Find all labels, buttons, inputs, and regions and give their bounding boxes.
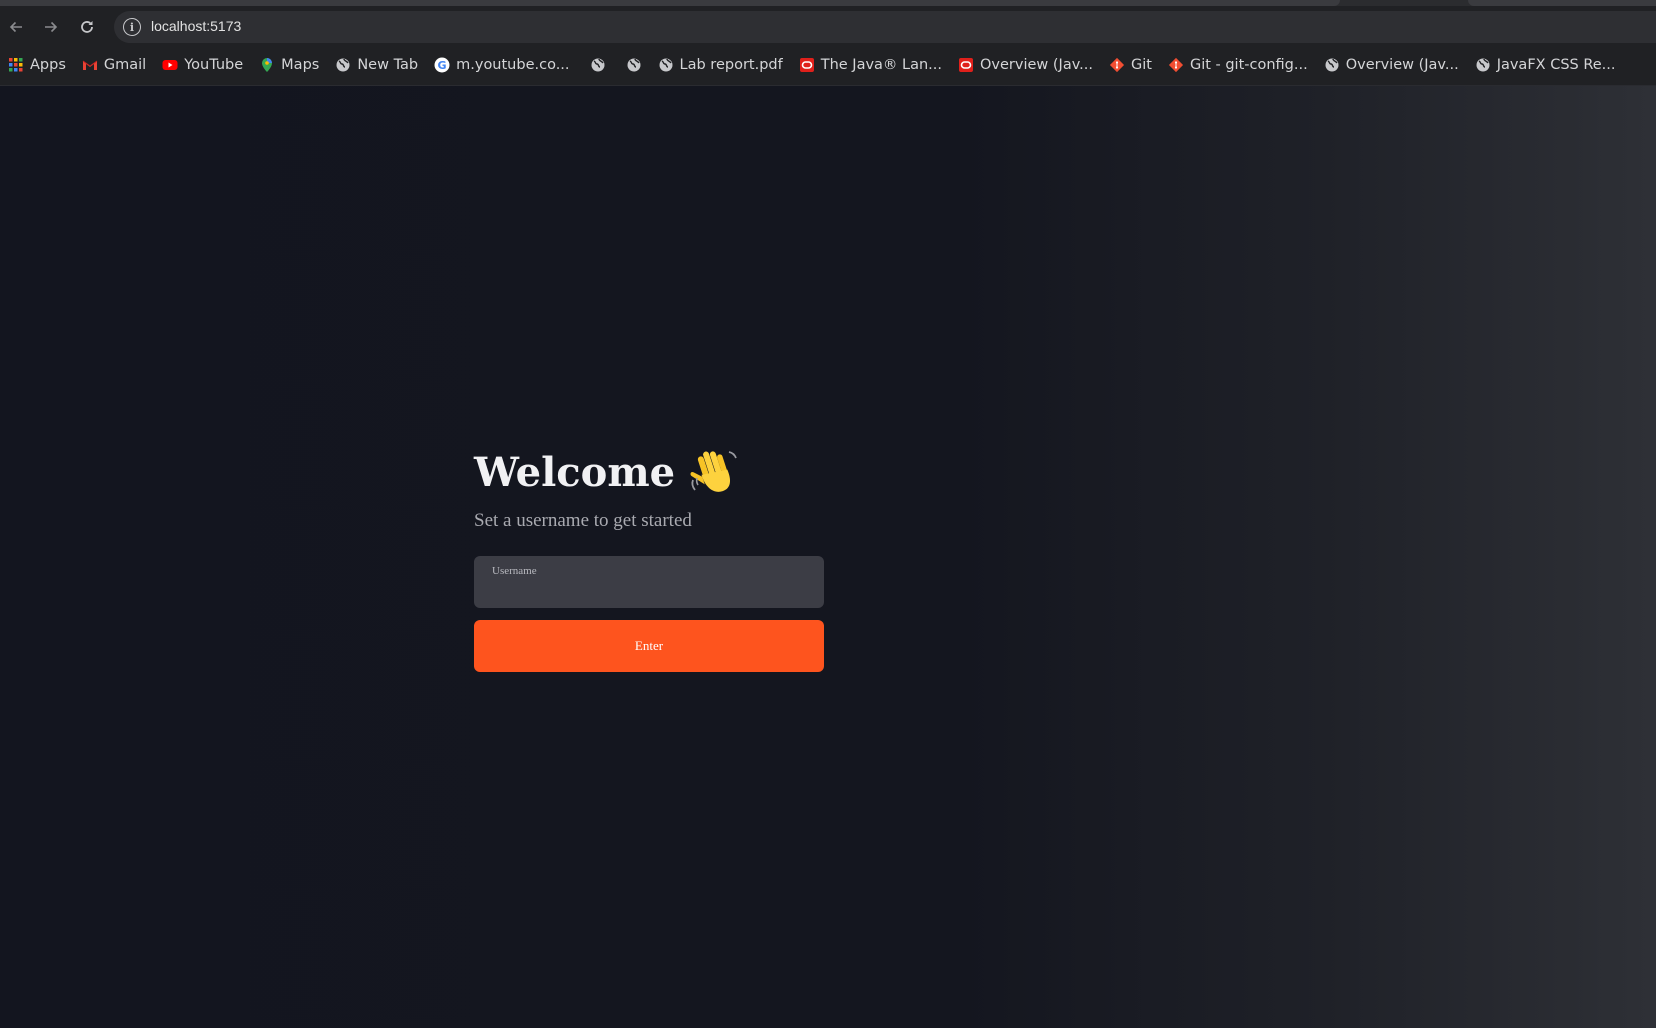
oracle-icon bbox=[799, 57, 815, 73]
bookmark-item[interactable]: The Java® Lan... bbox=[797, 52, 948, 78]
username-input[interactable] bbox=[492, 580, 806, 602]
tab-strip bbox=[0, 0, 1656, 6]
arrow-right-icon bbox=[45, 21, 58, 33]
globe-icon bbox=[335, 57, 351, 73]
globe-icon bbox=[626, 57, 642, 73]
git-icon bbox=[1168, 57, 1184, 73]
username-field[interactable]: Username bbox=[474, 556, 824, 608]
forward-button[interactable] bbox=[38, 14, 64, 40]
globe-icon bbox=[1324, 57, 1340, 73]
gmail-icon bbox=[82, 57, 98, 73]
bookmark-item[interactable] bbox=[584, 52, 612, 78]
bookmark-label: Gmail bbox=[103, 57, 147, 73]
svg-text:G: G bbox=[438, 59, 447, 72]
bookmark-item[interactable]: Git bbox=[1107, 52, 1158, 78]
arrow-left-icon bbox=[9, 21, 22, 33]
welcome-title: Welcome bbox=[474, 448, 676, 496]
bookmark-item[interactable] bbox=[620, 52, 648, 78]
bookmark-item[interactable]: Git - git-config... bbox=[1166, 52, 1314, 78]
page-content: Welcome Set a username to get started Us… bbox=[0, 86, 1656, 1028]
bookmark-label: Git bbox=[1131, 57, 1152, 73]
bookmark-label: Maps bbox=[281, 57, 320, 73]
oracle-icon bbox=[958, 57, 974, 73]
bookmark-label: Git - git-config... bbox=[1189, 57, 1308, 73]
bookmark-label: New Tab bbox=[357, 57, 419, 73]
url-text[interactable]: localhost:5173 bbox=[151, 18, 241, 34]
bookmark-item[interactable]: Overview (Jav... bbox=[956, 52, 1099, 78]
bookmark-label: The Java® Lan... bbox=[820, 57, 943, 73]
bookmark-item[interactable]: Overview (Jav... bbox=[1322, 52, 1465, 78]
youtube-icon bbox=[162, 57, 178, 73]
globe-icon bbox=[658, 57, 674, 73]
subtitle: Set a username to get started bbox=[474, 510, 692, 531]
git-icon bbox=[1109, 57, 1125, 73]
globe-icon bbox=[1475, 57, 1491, 73]
bookmark-item[interactable]: JavaFX CSS Re... bbox=[1473, 52, 1622, 78]
bookmark-label: Overview (Jav... bbox=[1345, 57, 1459, 73]
address-bar[interactable]: i localhost:5173 bbox=[114, 11, 1656, 43]
back-button[interactable] bbox=[3, 14, 29, 40]
bookmark-label: Lab report.pdf bbox=[679, 57, 783, 73]
bookmark-item[interactable]: Gm.youtube.co... bbox=[432, 52, 575, 78]
bookmark-item[interactable]: New Tab bbox=[333, 52, 424, 78]
bookmark-item[interactable]: YouTube bbox=[160, 52, 249, 78]
login-card: Welcome Set a username to get started Us… bbox=[474, 444, 824, 672]
browser-toolbar: i localhost:5173 bbox=[0, 8, 1656, 46]
bookmark-item[interactable]: Lab report.pdf bbox=[656, 52, 789, 78]
enter-button[interactable]: Enter bbox=[474, 620, 824, 672]
reload-button[interactable] bbox=[74, 14, 100, 40]
bookmark-label: JavaFX CSS Re... bbox=[1496, 57, 1616, 73]
bookmark-label: Overview (Jav... bbox=[980, 57, 1093, 73]
maps-icon bbox=[259, 57, 275, 73]
reload-icon bbox=[81, 21, 93, 33]
waving-hand-icon bbox=[690, 451, 737, 492]
google-icon: G bbox=[434, 57, 450, 73]
welcome-heading: Welcome bbox=[474, 444, 824, 500]
bookmark-label: Apps bbox=[30, 57, 66, 73]
bookmark-item[interactable]: Apps bbox=[6, 52, 72, 78]
globe-icon bbox=[590, 57, 606, 73]
bookmark-item[interactable]: Maps bbox=[257, 52, 325, 78]
username-label: Username bbox=[492, 565, 537, 577]
browser-chrome: i localhost:5173 Apps Gmail YouTube Maps New… bbox=[0, 0, 1656, 86]
bookmark-label: m.youtube.co... bbox=[456, 57, 570, 73]
bookmarks-bar: Apps Gmail YouTube Maps New Tab Gm.youtube.co… bbox=[0, 50, 1656, 80]
apps-grid-icon bbox=[8, 57, 24, 73]
bookmark-label: YouTube bbox=[184, 57, 244, 73]
site-info-icon[interactable]: i bbox=[123, 18, 141, 36]
bookmark-item[interactable]: Gmail bbox=[80, 52, 152, 78]
